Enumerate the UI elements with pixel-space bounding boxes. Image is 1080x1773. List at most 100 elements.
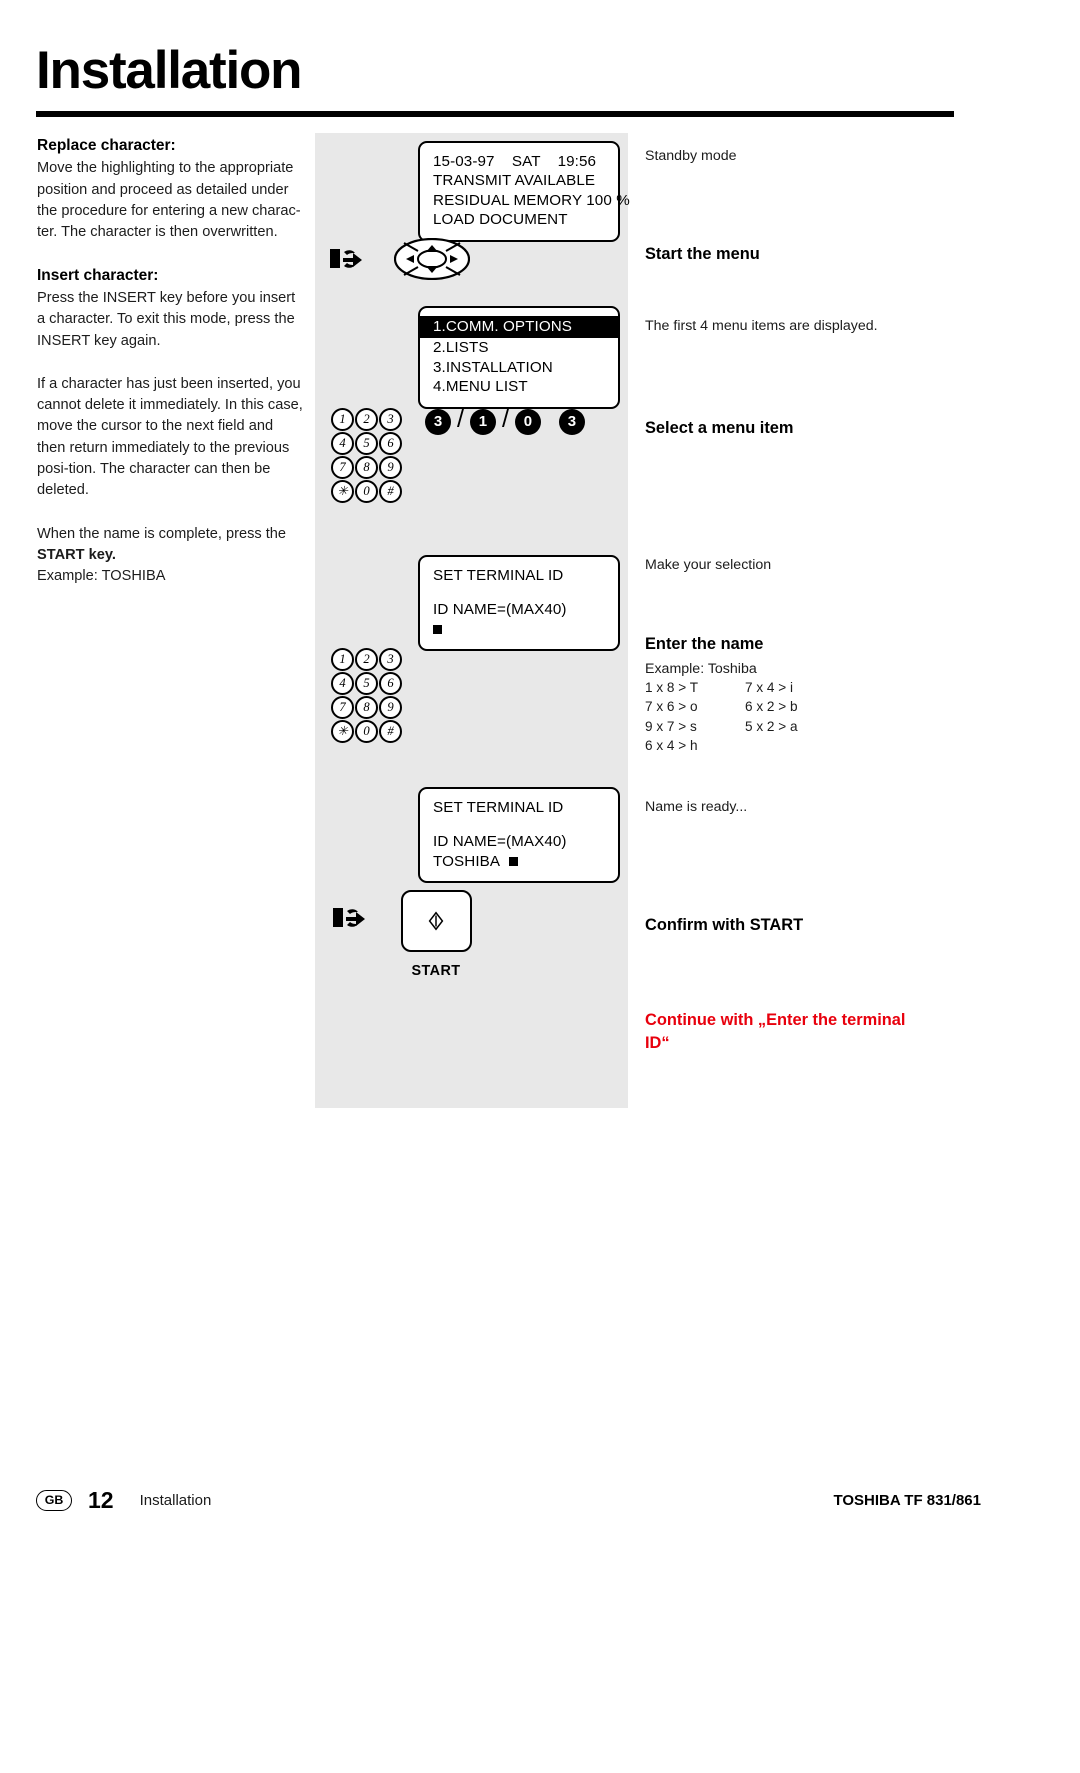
lcd-setid1-field: ID NAME=(MAX40) [433,601,567,619]
key-mapping-row: 7 x 6 > o 6 x 2 > b [645,697,905,716]
lcd-menu-line-2: 2.LISTS [433,339,489,357]
insert-note-body: If a character has just been inserted, y… [37,375,303,499]
keypad-row: ✳ 0 # [331,720,403,743]
sequence-separator: / [457,405,464,433]
footer-section-name: Installation [139,1492,212,1509]
key-6[interactable]: 6 [379,432,402,455]
annotation-start-the-menu: Start the menu [645,245,760,263]
locale-badge: GB [36,1490,72,1511]
lcd-setid1-cursor-line [433,620,605,639]
final-instruction-start-key: START key. [37,546,116,563]
lcd-menu-line-3: 3.INSTALLATION [433,358,553,376]
footer-product-name: TOSHIBA TF 831/861 [833,1492,981,1509]
navigation-rocker-control[interactable] [393,237,471,281]
key-0[interactable]: 0 [355,480,378,503]
numeric-keypad-upper[interactable]: 1 2 3 4 5 6 7 8 9 ✳ 0 # [331,408,403,504]
final-instruction-example: Example: TOSHIBA [37,568,166,585]
annotation-make-your-selection: Make your selection [645,557,772,573]
lcd-setid2-field: ID NAME=(MAX40) [433,833,567,851]
key-2[interactable]: 2 [355,408,378,431]
key-mapping-row: 9 x 7 > s 5 x 2 > a [645,717,905,736]
lcd-menu-line-4: 4.MENU LIST [433,378,528,396]
keypad-row: 7 8 9 [331,456,403,479]
key-0[interactable]: 0 [355,720,378,743]
keypad-row: 4 5 6 [331,672,403,695]
key-hash[interactable]: # [379,720,402,743]
annotation-example-toshiba: Example: Toshiba [645,661,757,677]
key-mapping-table: 1 x 8 > T 7 x 4 > i 7 x 6 > o 6 x 2 > b … [645,678,905,756]
sequence-separator: / [501,405,509,433]
key-6[interactable]: 6 [379,672,402,695]
keypad-row: 1 2 3 [331,648,403,671]
key-7[interactable]: 7 [331,696,354,719]
sequence-key-1[interactable]: 1 [469,408,496,435]
key-8[interactable]: 8 [355,696,378,719]
cursor-block-icon [433,624,442,634]
lcd-standby-line-3: RESIDUAL MEMORY 100 % [433,191,630,209]
sequence-key-3-second[interactable]: 3 [558,408,585,435]
lcd-display-set-terminal-id-filled: SET TERMINAL ID ID NAME=(MAX40) TOSHIBA [418,787,620,884]
keypad-row: 7 8 9 [331,696,403,719]
lcd-standby-line-2: TRANSMIT AVAILABLE [433,172,596,190]
annotation-select-menu-item: Select a menu item [645,419,794,437]
lcd-setid1-title: SET TERMINAL ID [433,567,564,584]
insert-character-body: Press the INSERT key before you insert a… [37,289,296,349]
key-hash[interactable]: # [379,480,402,503]
replace-character-body: Move the highlighting to the appropriate… [37,160,301,241]
start-diamond-icon [428,911,444,931]
lcd-blank-line [433,817,605,832]
key-mapping-left: 1 x 8 > T [645,680,699,695]
key-asterisk[interactable]: ✳ [331,480,354,503]
annotation-enter-the-name: Enter the name [645,635,764,653]
key-3[interactable]: 3 [379,648,402,671]
key-mapping-row: 6 x 4 > h [645,736,905,755]
key-mapping-left: 7 x 6 > o [645,699,698,715]
pointing-hand-icon [333,905,377,931]
key-asterisk[interactable]: ✳ [331,720,354,743]
header-divider [36,111,954,117]
key-mapping-left: 6 x 4 > h [645,738,698,754]
lcd-standby-line-4: LOAD DOCUMENT [433,211,568,229]
start-button-group: START [393,890,479,979]
page-number: 12 [88,1487,114,1513]
annotation-first-four-items: The first 4 menu items are displayed. [645,318,878,334]
key-8[interactable]: 8 [355,456,378,479]
pointing-hand-icon [330,246,374,272]
page-title: Installation [36,41,303,100]
lcd-setid2-title: SET TERMINAL ID [433,799,564,816]
key-3[interactable]: 3 [379,408,402,431]
start-button[interactable] [400,890,472,952]
key-mapping-row: 1 x 8 > T 7 x 4 > i [645,678,905,697]
lcd-display-set-terminal-id-empty: SET TERMINAL ID ID NAME=(MAX40) [418,555,620,652]
key-2[interactable]: 2 [355,648,378,671]
annotation-name-is-ready: Name is ready... [645,799,748,815]
keypad-row: ✳ 0 # [331,480,403,503]
key-mapping-right: 5 x 2 > a [745,718,798,734]
key-1[interactable]: 1 [331,648,354,671]
key-9[interactable]: 9 [379,456,402,479]
key-mapping-right: 7 x 4 > i [745,680,793,695]
sequence-key-3[interactable]: 3 [425,408,451,435]
key-4[interactable]: 4 [331,672,354,695]
keypad-row: 1 2 3 [331,408,403,431]
sequence-key-0[interactable]: 0 [514,408,541,435]
final-instruction-line1: When the name is complete, press the [37,525,287,542]
key-4[interactable]: 4 [331,432,354,455]
start-button-label: START [411,963,461,979]
replace-character-heading: Replace character: [37,137,176,154]
insert-character-heading: Insert character: [37,266,159,284]
key-7[interactable]: 7 [331,456,354,479]
cursor-block-icon [508,856,518,866]
key-5[interactable]: 5 [355,432,378,455]
numeric-keypad-lower[interactable]: 1 2 3 4 5 6 7 8 9 ✳ 0 # [331,648,403,744]
lcd-setid2-value-line: TOSHIBA [433,852,605,871]
lcd-menu-line-1-selected: 1.COMM. OPTIONS [420,316,618,339]
key-9[interactable]: 9 [379,696,402,719]
left-text-column: Replace character: Move the highlighting… [37,136,305,588]
lcd-display-main-menu: 1.COMM. OPTIONS 2.LISTS 3.INSTALLATION 4… [418,306,620,409]
key-1[interactable]: 1 [331,408,354,431]
annotation-confirm-with-start: Confirm with START [645,916,804,934]
key-5[interactable]: 5 [355,672,378,695]
